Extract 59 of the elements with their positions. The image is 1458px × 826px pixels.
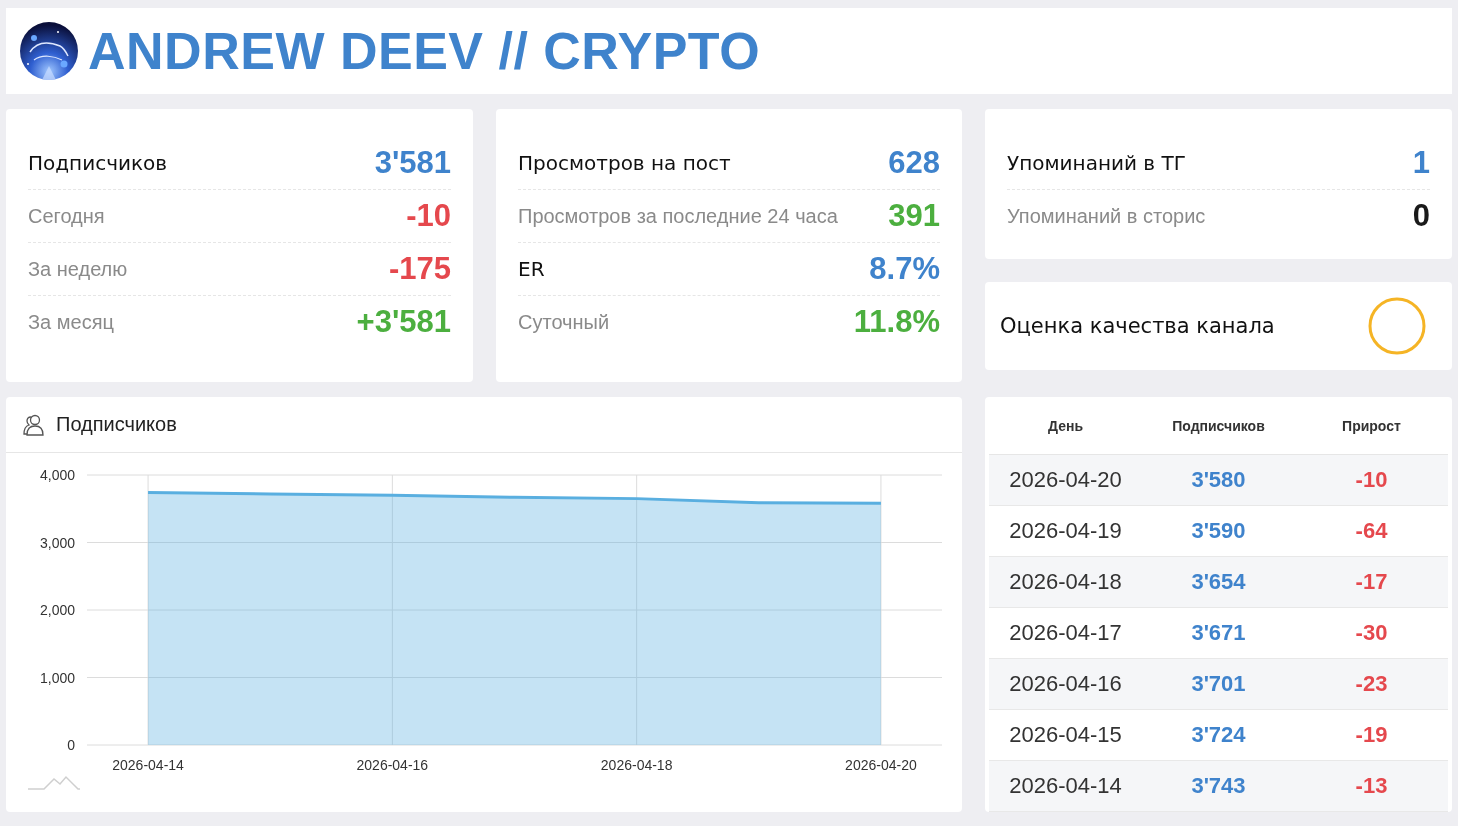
stat-label: Суточный — [518, 310, 610, 335]
table-cell-text: -10 — [1354, 467, 1389, 493]
table-cell-text: 3'743 — [1190, 773, 1247, 799]
x-tick-label: 2026-04-18 — [600, 757, 673, 773]
x-tick-label: 2026-04-14 — [112, 757, 184, 773]
table-cell-text: 2026-04-14 — [1008, 773, 1123, 799]
table-cell-text: -13 — [1354, 773, 1389, 799]
y-tick-label: 3,000 — [39, 534, 75, 551]
stat-label: За неделю — [28, 257, 128, 282]
chart-title: Подписчиков — [56, 413, 177, 436]
channel-title: ANDREW DEEV // CRYPTO — [88, 21, 761, 81]
table-cell-text: 3'590 — [1190, 518, 1247, 544]
mountain-icon — [27, 775, 81, 790]
table-cell-text: 2026-04-15 — [1008, 722, 1123, 748]
table-cell-text: 3'724 — [1190, 722, 1247, 748]
stat-label: Сегодня — [28, 204, 105, 229]
stat-value: +3'581 — [356, 304, 451, 340]
stat-value: 1 — [1412, 145, 1430, 181]
table-cell-text: 2026-04-20 — [1008, 467, 1123, 493]
stat-label: ER — [518, 256, 545, 283]
stat-label: За месяц — [28, 310, 114, 335]
column-header: День — [1047, 417, 1084, 434]
table-cell-text: -17 — [1354, 569, 1389, 595]
table-cell-text: 3'701 — [1190, 671, 1247, 697]
table-cell-text: -19 — [1354, 722, 1389, 748]
stat-label: Упоминаний в сторис — [1007, 204, 1206, 229]
table-cell-text: -30 — [1354, 620, 1389, 646]
stat-value: 391 — [888, 198, 940, 234]
stat-label: Просмотров на пост — [518, 150, 731, 177]
table-cell-text: 3'671 — [1190, 620, 1247, 646]
stat-value: 11.8% — [853, 304, 940, 340]
table-cell-text: 2026-04-19 — [1008, 518, 1123, 544]
column-header: Прирост — [1341, 417, 1402, 434]
stat-value: 8.7% — [869, 251, 940, 287]
table-cell-text: 2026-04-18 — [1008, 569, 1123, 595]
stat-value: 628 — [888, 145, 940, 181]
stat-value: 3'581 — [374, 145, 451, 181]
stat-label: Подписчиков — [28, 150, 168, 177]
stat-value: -175 — [388, 251, 451, 287]
stat-label: Упоминаний в ТГ — [1007, 150, 1186, 177]
y-tick-label: 1,000 — [39, 669, 75, 686]
table-cell-text: 3'654 — [1190, 569, 1247, 595]
column-header: Подписчиков — [1171, 417, 1266, 434]
table-cell-text: -64 — [1354, 518, 1389, 544]
stat-label: Просмотров за последние 24 часа — [518, 204, 838, 229]
stat-value: 0 — [1412, 198, 1430, 234]
x-tick-label: 2026-04-20 — [845, 757, 917, 773]
table-cell-text: 2026-04-17 — [1008, 620, 1123, 646]
x-tick-label: 2026-04-16 — [356, 757, 429, 773]
y-tick-label: 2,000 — [39, 602, 75, 618]
users-icon — [22, 413, 46, 436]
table-cell-text: -23 — [1354, 671, 1389, 697]
y-tick-label: 0 — [67, 737, 75, 753]
rating-ring-icon — [1368, 297, 1426, 355]
table-cell-text: 3'580 — [1190, 467, 1247, 493]
table-cell-text: 2026-04-16 — [1008, 671, 1123, 697]
stat-value: -10 — [406, 198, 451, 234]
y-tick-label: 4,000 — [39, 467, 75, 483]
quality-label: Оценка качества канала — [1000, 314, 1275, 338]
